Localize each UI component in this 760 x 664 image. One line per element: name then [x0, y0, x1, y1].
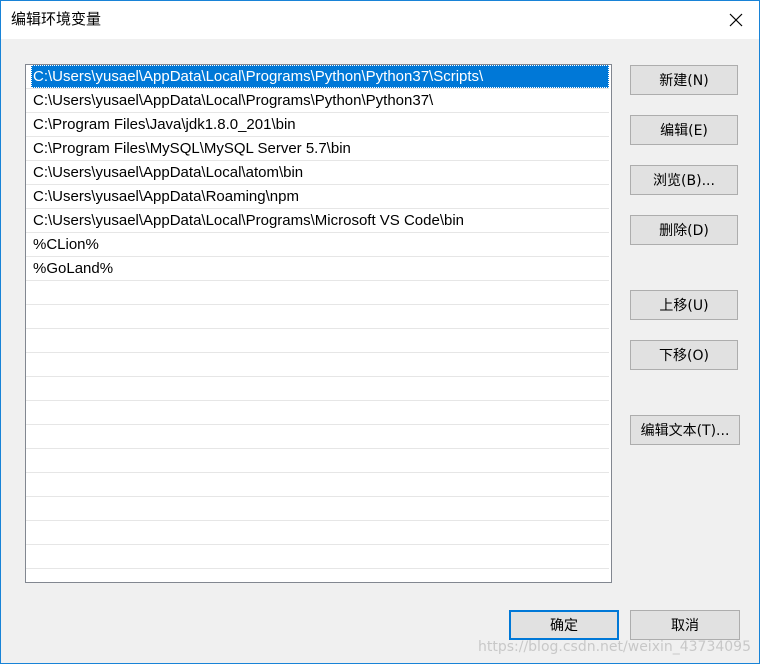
delete-button[interactable]: 删除(D) [630, 215, 738, 245]
list-item[interactable]: C:\Users\yusael\AppData\Local\Programs\M… [26, 209, 609, 233]
list-item-text: %CLion% [33, 236, 99, 253]
list-item-text: C:\Users\yusael\AppData\Local\atom\bin [33, 164, 304, 181]
list-item[interactable]: C:\Program Files\MySQL\MySQL Server 5.7\… [26, 137, 609, 161]
list-item[interactable]: %GoLand% [26, 257, 609, 281]
list-item[interactable]: C:\Users\yusael\AppData\Roaming\npm [26, 185, 609, 209]
list-item[interactable]: C:\Users\yusael\AppData\Local\Programs\P… [26, 65, 609, 89]
edit-button[interactable]: 编辑(E) [630, 115, 738, 145]
ok-button[interactable]: 确定 [509, 610, 619, 640]
edit-text-button[interactable]: 编辑文本(T)... [630, 415, 740, 445]
cancel-button[interactable]: 取消 [630, 610, 740, 640]
new-button[interactable]: 新建(N) [630, 65, 738, 95]
list-item[interactable] [26, 545, 609, 569]
list-item[interactable] [26, 425, 609, 449]
edit-environment-variable-dialog: 编辑环境变量 C:\Users\yusael\AppData\Local\Pro… [0, 0, 760, 664]
list-item[interactable] [26, 377, 609, 401]
watermark: https://blog.csdn.net/weixin_43734095 [477, 639, 751, 655]
list-item-text: %GoLand% [33, 260, 114, 277]
list-item[interactable] [26, 329, 609, 353]
list-item[interactable] [26, 521, 609, 545]
close-button[interactable] [713, 1, 759, 39]
list-item[interactable] [26, 473, 609, 497]
list-item[interactable] [26, 401, 609, 425]
move-down-button[interactable]: 下移(O) [630, 340, 738, 370]
list-item[interactable] [26, 281, 609, 305]
list-item-text: C:\Users\yusael\AppData\Roaming\npm [33, 188, 299, 205]
list-item[interactable] [26, 497, 609, 521]
window-title: 编辑环境变量 [11, 11, 102, 28]
list-item[interactable]: C:\Users\yusael\AppData\Local\atom\bin [26, 161, 609, 185]
path-list[interactable]: C:\Users\yusael\AppData\Local\Programs\P… [25, 64, 612, 583]
list-item[interactable]: C:\Program Files\Java\jdk1.8.0_201\bin [26, 113, 609, 137]
list-item-text: C:\Program Files\Java\jdk1.8.0_201\bin [33, 116, 296, 133]
list-item[interactable] [26, 353, 609, 377]
list-item[interactable]: C:\Users\yusael\AppData\Local\Programs\P… [26, 89, 609, 113]
list-item-text: C:\Users\yusael\AppData\Local\Programs\P… [33, 92, 434, 109]
list-item[interactable] [26, 305, 609, 329]
list-item-text: C:\Users\yusael\AppData\Local\Programs\P… [31, 65, 609, 88]
move-up-button[interactable]: 上移(U) [630, 290, 738, 320]
list-item[interactable]: %CLion% [26, 233, 609, 257]
list-item[interactable] [26, 569, 609, 582]
list-item-text: C:\Users\yusael\AppData\Local\Programs\M… [33, 212, 465, 229]
list-item[interactable] [26, 449, 609, 473]
list-item-text: C:\Program Files\MySQL\MySQL Server 5.7\… [33, 140, 351, 157]
title-bar: 编辑环境变量 [1, 1, 759, 39]
close-icon [729, 13, 743, 27]
browse-button[interactable]: 浏览(B)... [630, 165, 738, 195]
